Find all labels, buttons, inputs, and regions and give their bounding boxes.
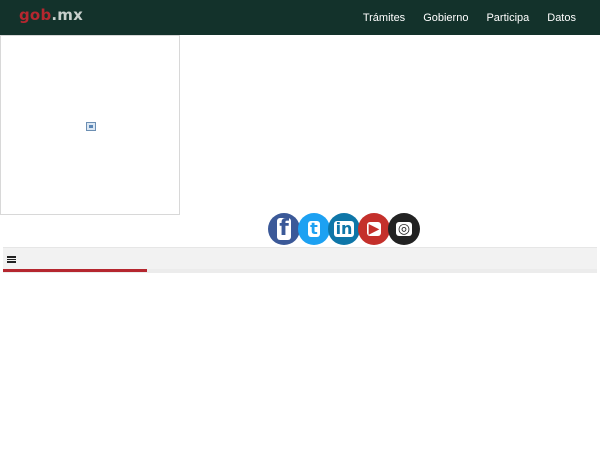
twitter-icon[interactable]: t: [298, 213, 330, 245]
active-section-indicator: [3, 269, 147, 272]
menu-bar: [3, 247, 597, 269]
logo-mx-text: .mx: [51, 6, 83, 24]
youtube-icon[interactable]: ▶: [358, 213, 390, 245]
nav-link-participa[interactable]: Participa: [486, 12, 529, 24]
instagram-icon[interactable]: ◎: [388, 213, 420, 245]
embedded-frame: [0, 35, 180, 215]
broken-image-icon: [86, 122, 96, 131]
nav-link-datos[interactable]: Datos: [547, 12, 576, 24]
nav-link-tramites[interactable]: Trámites: [363, 12, 405, 24]
social-icons: f t in ▶ ◎: [268, 213, 420, 245]
hamburger-menu-icon[interactable]: [7, 256, 16, 263]
top-navbar: gob.mx Trámites Gobierno Participa Datos: [0, 0, 600, 35]
linkedin-icon[interactable]: in: [328, 213, 360, 245]
main-nav: Trámites Gobierno Participa Datos: [345, 12, 576, 24]
facebook-icon[interactable]: f: [268, 213, 300, 245]
logo-gob-text: gob: [19, 6, 52, 24]
nav-link-gobierno[interactable]: Gobierno: [423, 12, 468, 24]
gob-mx-logo[interactable]: gob.mx: [19, 6, 83, 24]
